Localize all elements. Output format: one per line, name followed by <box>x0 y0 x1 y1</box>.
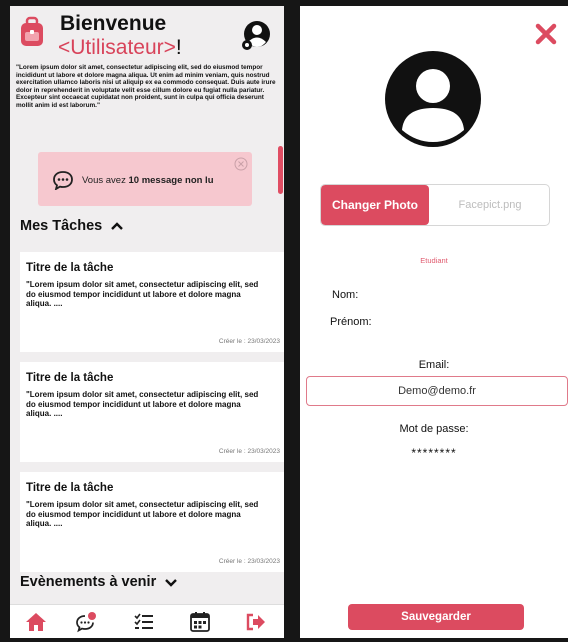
task-title: Titre de la tâche <box>26 482 114 494</box>
task-date: Créer le : 23/03/2023 <box>218 338 280 345</box>
task-title: Titre de la tâche <box>26 262 114 274</box>
user-name: <Utilisateur> <box>58 36 176 59</box>
task-title: Titre de la tâche <box>26 372 114 384</box>
messages-prefix: Vous avez <box>82 175 126 186</box>
nom-label: Nom: <box>332 289 359 301</box>
chevron-down-icon <box>165 579 178 587</box>
save-button[interactable]: Sauvegarder <box>348 604 524 630</box>
tasks-section-title: Mes Tâches <box>20 218 103 234</box>
bottom-navigation <box>10 604 284 638</box>
task-card[interactable]: Titre de la tâche "Lorem ipsum dolor sit… <box>20 252 284 352</box>
exclamation: ! <box>175 36 182 59</box>
close-circle-icon[interactable] <box>234 157 248 171</box>
welcome-title: Bienvenue <box>60 12 167 35</box>
home-icon[interactable] <box>24 611 48 633</box>
logout-icon[interactable] <box>244 611 268 633</box>
home-screen: Bienvenue <Utilisateur>! "Lorem ipsum do… <box>10 6 284 638</box>
header: Bienvenue <Utilisateur>! <box>10 6 284 66</box>
task-description: "Lorem ipsum dolor sit amet, consectetur… <box>26 280 259 309</box>
unread-messages-text: Vous avez 10 message non lu <box>82 175 214 186</box>
prenom-label: Prénom: <box>330 316 372 328</box>
chat-notification-icon[interactable] <box>74 611 98 633</box>
task-card[interactable]: Titre de la tâche "Lorem ipsum dolor sit… <box>20 472 284 572</box>
tasks-section-header[interactable]: Mes Tâches <box>20 218 124 234</box>
messages-suffix: message non lu <box>141 175 214 186</box>
password-label: Mot de passe: <box>399 423 469 435</box>
chat-bubble-icon <box>53 171 73 190</box>
close-icon[interactable] <box>534 22 558 46</box>
profile-settings-icon[interactable] <box>240 20 272 52</box>
chevron-up-icon <box>111 222 124 231</box>
calendar-icon[interactable] <box>188 611 212 633</box>
user-role: Etudiant <box>420 256 448 265</box>
task-description: "Lorem ipsum dolor sit amet, consectetur… <box>26 390 259 419</box>
scroll-indicator[interactable] <box>278 146 283 194</box>
task-date: Créer le : 23/03/2023 <box>218 448 280 455</box>
unread-messages-banner[interactable]: Vous avez 10 message non lu <box>38 152 252 206</box>
task-description: "Lorem ipsum dolor sit amet, consectetur… <box>26 500 259 529</box>
events-section-header[interactable]: Evènements à venir <box>20 574 178 590</box>
email-label: Email: <box>418 359 450 371</box>
user-avatar-icon <box>385 51 481 147</box>
email-field[interactable]: Demo@demo.fr <box>306 376 568 406</box>
photo-picker: Changer Photo Facepict.png <box>320 184 550 226</box>
task-date: Créer le : 23/03/2023 <box>218 558 280 565</box>
change-photo-button[interactable]: Changer Photo <box>321 185 429 225</box>
task-card[interactable]: Titre de la tâche "Lorem ipsum dolor sit… <box>20 362 284 462</box>
events-section-title: Evènements à venir <box>20 574 157 590</box>
intro-text: "Lorem ipsum dolor sit amet, consectetur… <box>16 64 276 109</box>
task-list-icon[interactable] <box>132 611 156 633</box>
password-field[interactable]: ******** <box>300 446 568 460</box>
messages-count: 10 <box>128 175 140 186</box>
user-name-line: <Utilisateur>! <box>58 36 182 60</box>
profile-edit-screen: Changer Photo Facepict.png Etudiant Nom:… <box>300 6 568 638</box>
photo-file-name: Facepict.png <box>458 199 522 211</box>
backpack-icon <box>21 16 43 46</box>
